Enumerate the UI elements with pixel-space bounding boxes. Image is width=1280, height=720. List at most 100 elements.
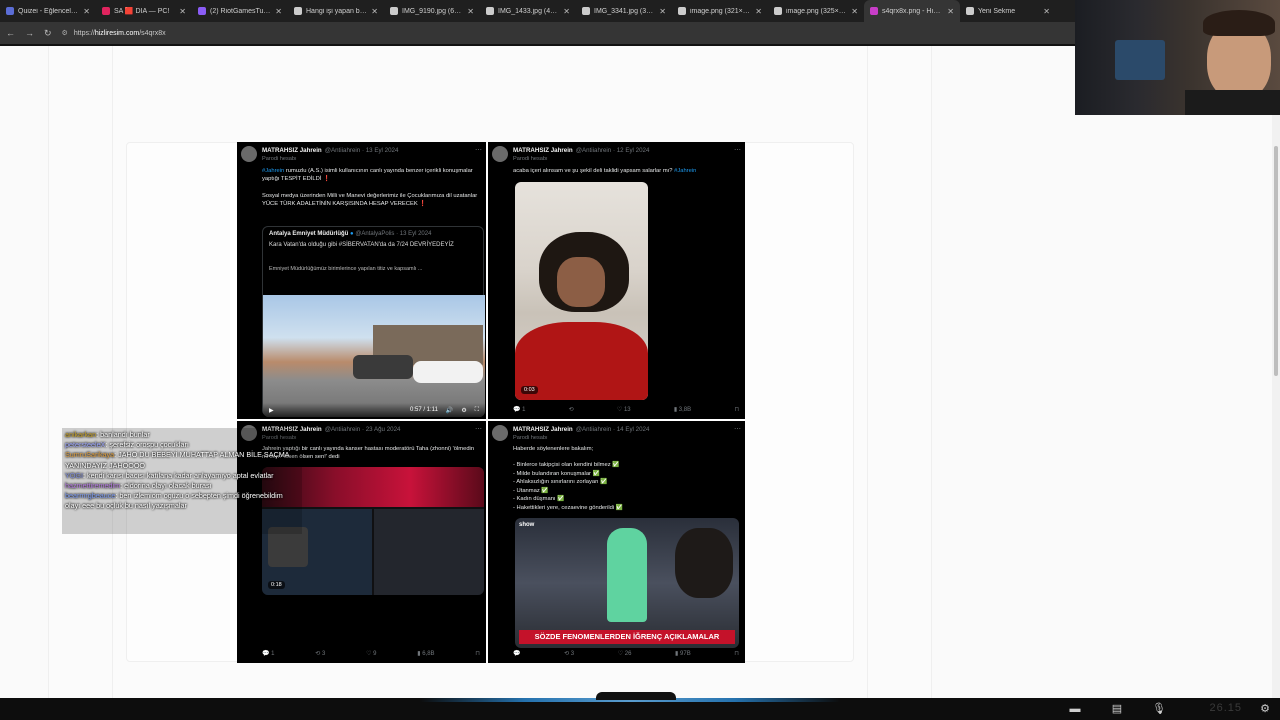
tab-favicon-icon — [198, 7, 206, 15]
browser-tab[interactable]: image.png (321×288) ✕ — [672, 0, 768, 22]
url-prefix: https:// — [73, 29, 95, 37]
tweet-text: Haberde söylenenlere bakalım; — [513, 446, 594, 452]
fullscreen-icon: ⛶ — [474, 406, 479, 413]
bookmark-icon: ⊓ — [475, 651, 480, 657]
avatar — [492, 425, 508, 441]
avatar — [241, 146, 257, 162]
files-icon[interactable]: ▤ — [1110, 703, 1124, 715]
tab-favicon-icon — [294, 7, 302, 15]
list-item: - Binlerce takipçisi olan kendini bilmez… — [513, 462, 620, 468]
news-image: show SÖZDE FENOMENLERDEN İĞRENÇ AÇIKLAMA… — [515, 518, 739, 648]
close-tab-icon[interactable]: ✕ — [179, 7, 186, 16]
address-bar: ← → ↻ ⚙ https://hizliresim.com/s4qrx8x — [0, 22, 1075, 44]
tab-title: IMG_1433.jpg (4284×... — [498, 7, 559, 15]
more-icon: ⋯ — [734, 426, 741, 433]
like-icon: ♡ 13 — [616, 407, 631, 413]
tweet-author: MATRAHSIZ Jahrein @Antiiahrein · 14 Eyl 2… — [513, 426, 650, 433]
chat-username: SumruSarikaya — [65, 450, 115, 460]
verified-icon: ● — [350, 231, 354, 237]
tab-title: Hangi işi yapan biri bir... — [306, 7, 367, 15]
site-info-icon[interactable]: ⚙ — [62, 29, 68, 37]
browser-tab[interactable]: Quizei - Eğlenceli ve ... ✕ — [0, 0, 96, 22]
settings-icon: ⚙ — [461, 407, 467, 414]
browser-tab[interactable]: image.png (325×281) ✕ — [768, 0, 864, 22]
scroll-thumb[interactable] — [1274, 146, 1278, 376]
close-tab-icon[interactable]: ✕ — [83, 7, 90, 16]
retweet-icon: ⟲ 3 — [564, 651, 575, 657]
chat-text: : kendi karısı bacısı katılana kadar anl… — [82, 470, 274, 480]
tweet-badge: Parodi hesabı — [513, 156, 548, 162]
close-tab-icon[interactable]: ✕ — [659, 7, 666, 16]
reload-icon[interactable]: ↻ — [44, 28, 52, 39]
close-tab-icon[interactable]: ✕ — [275, 7, 282, 16]
microphone-icon[interactable]: 🎙 — [1152, 703, 1166, 715]
browser-tab[interactable]: IMG_9190.jpg (6048×... ✕ — [384, 0, 480, 22]
browser-tab[interactable]: IMG_3341.jpg (3024×... ✕ — [576, 0, 672, 22]
close-tab-icon[interactable]: ✕ — [371, 7, 378, 16]
close-tab-icon[interactable]: ✕ — [947, 7, 954, 16]
volume-icon: 🔊 — [445, 407, 454, 414]
close-tab-icon[interactable]: ✕ — [467, 7, 474, 16]
page-content: MATRAHSIZ Jahrein @Antiiahrein · 13 Eyl 2… — [0, 46, 1272, 698]
tab-favicon-icon — [966, 7, 974, 15]
face-shape — [557, 257, 605, 307]
monitor-shape — [1115, 40, 1165, 80]
reply-icon: 💬 1 — [262, 651, 275, 657]
chat-message: hazmettiremedim: eldorina olayı olacak b… — [65, 481, 299, 491]
reply-icon: 💬 1 — [513, 407, 526, 413]
tweet-text-2: Sosyal medya üzerinden Milli ve Manevi d… — [262, 193, 478, 207]
video-thumbnail: ▶ 0:57 / 1:11 🔊 ⚙ ⛶ — [263, 295, 485, 417]
close-tab-icon[interactable]: ✕ — [563, 7, 570, 16]
tab-favicon-icon — [102, 7, 110, 15]
retweet-icon: ⟲ 3 — [315, 651, 326, 657]
back-icon[interactable]: ← — [6, 28, 15, 38]
presenter-shape — [607, 528, 647, 622]
tweet-text: acaba içeri alınsam ve şu şekil deli tak… — [513, 168, 697, 174]
close-tab-icon[interactable]: ✕ — [755, 7, 762, 16]
views-icon: ▮ 3,8B — [673, 407, 692, 413]
chat-icon[interactable]: ▬ — [1068, 703, 1082, 715]
scrollbar[interactable] — [1272, 46, 1280, 698]
browser-tab[interactable]: IMG_1433.jpg (4284×... ✕ — [480, 0, 576, 22]
chat-message: bearmrgbeauce: ben izlemiom oguzu o sebe… — [65, 491, 299, 511]
stream-overlay — [374, 509, 484, 595]
car-shape-2 — [353, 355, 413, 379]
car-shape — [413, 361, 483, 383]
quote-author: Antalya Emniyet Müdürlüğü — [269, 231, 349, 237]
chat-message: SumruSarikaya: JAHO DU BEBEYİ MUHATTAP A… — [65, 450, 299, 470]
url-field[interactable]: ⚙ https://hizliresim.com/s4qrx8x — [62, 29, 166, 38]
browser-tab[interactable]: (2) RiotGamesTurkish ✕ — [192, 0, 288, 22]
tab-favicon-icon — [678, 7, 686, 15]
browser-tab[interactable]: Hangi işi yapan biri bir... ✕ — [288, 0, 384, 22]
tab-title: SA 🟥 DIA — PC! — [114, 8, 170, 15]
close-tab-icon[interactable]: ✕ — [851, 7, 858, 16]
like-icon: ♡ 26 — [617, 651, 632, 657]
news-channel-logo: show — [519, 522, 535, 528]
list-item: - Hakettikleri yere, cezaevine gönderild… — [513, 504, 623, 511]
quote-tweet: Antalya Emniyet Müdürlüğü ● @AntalyaPoli… — [262, 226, 485, 417]
taskbar-handle — [596, 692, 676, 700]
tab-favicon-icon — [390, 7, 398, 15]
views-icon: ▮ 97B — [675, 651, 691, 657]
forward-icon[interactable]: → — [25, 28, 34, 38]
tab-favicon-icon — [486, 7, 494, 15]
chat-text: : şerefsiz orospu çocukları — [105, 440, 189, 450]
tweet-card: MATRAHSIZ Jahrein @Antiiahrein · 12 Eyl 2… — [488, 142, 745, 419]
views-icon: ▮ 6,8B — [417, 651, 435, 657]
retweet-icon: ⟲ — [568, 407, 574, 413]
tab-title: IMG_3341.jpg (3024×... — [594, 7, 655, 15]
close-tab-icon[interactable]: ✕ — [1043, 7, 1050, 16]
video-thumbnail: 0:03 — [515, 182, 648, 400]
taskbar: ▬ ▤ 🎙 26.15 ⚙ — [0, 692, 1280, 720]
browser-tab[interactable]: s4qrx8x.png - Hızlı Re... ✕ — [864, 0, 960, 22]
tweet-actions: 💬 1 ⟲ ♡ 13 ▮ 3,8B ⊓ — [513, 406, 739, 413]
browser-tab[interactable]: SA 🟥 DIA — PC! ✕ — [96, 0, 192, 22]
tab-favicon-icon — [6, 7, 14, 15]
uploaded-image[interactable]: MATRAHSIZ Jahrein @Antiiahrein · 13 Eyl 2… — [237, 142, 745, 663]
list-item: - Ahlaksızlığın sınırlarını zorlayan ✅ — [513, 479, 608, 486]
quote-text-2: Emniyet Müdürlüğümüz birimlerince yapıla… — [269, 266, 423, 272]
settings-icon[interactable]: ⚙ — [1258, 703, 1272, 715]
tab-title: image.png (321×288) — [690, 7, 752, 15]
browser-tab[interactable]: Yeni Sekme ✕ — [960, 0, 1056, 22]
tweet-badge: Parodi hesabı — [262, 156, 297, 162]
